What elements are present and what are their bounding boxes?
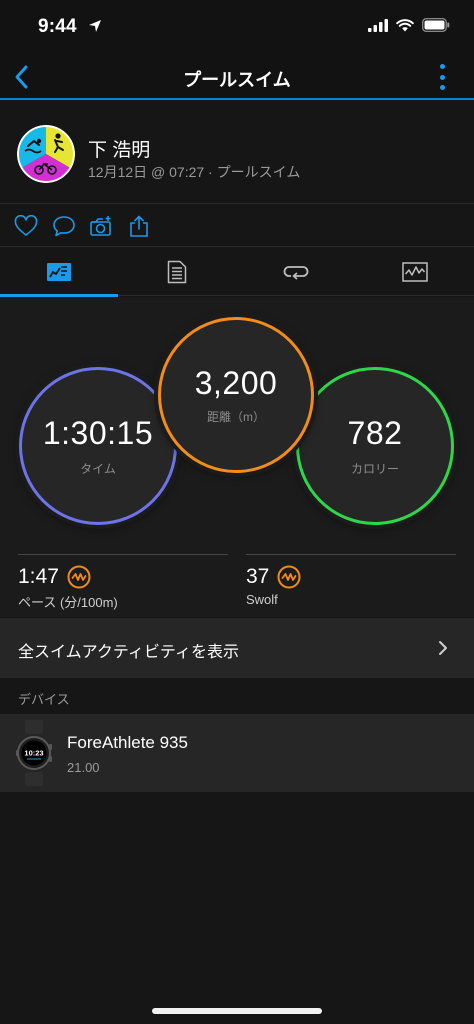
details-list-icon — [167, 260, 187, 284]
status-time: 9:44 — [38, 16, 77, 37]
time-value: 1:30:15 — [42, 415, 154, 451]
avatar[interactable] — [17, 125, 75, 183]
home-indicator[interactable] — [152, 1008, 322, 1014]
add-photo-camera-icon[interactable] — [89, 215, 113, 237]
tab-laps[interactable] — [237, 248, 355, 296]
like-heart-icon[interactable] — [14, 215, 38, 237]
activity-meta: 12月12日 @ 07:27 · プールスイム — [88, 164, 301, 180]
tab-overview[interactable] — [0, 248, 118, 297]
status-indicators — [368, 18, 450, 32]
distance-label: 距離（m） — [207, 410, 265, 424]
device-name: ForeAthlete 935 — [67, 733, 188, 752]
swolf-metric: 37 Swolf — [246, 554, 456, 607]
view-all-label: 全スイムアクティビティを表示 — [18, 644, 239, 661]
comment-bubble-icon[interactable] — [52, 215, 76, 237]
time-stat-ring: 1:30:15 タイム — [19, 367, 177, 525]
devices-section-header: デバイス — [0, 678, 474, 714]
action-bar — [0, 205, 474, 247]
watch-face-time: 10:23 — [24, 749, 43, 758]
pace-value: 1:47 — [18, 565, 59, 588]
share-icon[interactable] — [127, 215, 151, 237]
status-bar: 9:44 — [0, 0, 474, 56]
device-row[interactable]: 10:23 ForeAthlete 935 21.00 — [0, 714, 474, 792]
tab-charts[interactable] — [356, 248, 474, 296]
time-label: タイム — [80, 462, 116, 476]
chevron-right-icon — [439, 641, 447, 655]
view-all-swim-activities-button[interactable]: 全スイムアクティビティを表示 — [0, 618, 474, 678]
navigation-bar: プールスイム — [0, 56, 474, 100]
calories-stat-ring: 782 カロリー — [296, 367, 454, 525]
watch-device-icon: 10:23 — [16, 720, 52, 786]
charts-graph-icon — [402, 262, 428, 282]
signal-icon — [368, 18, 388, 32]
distance-value: 3,200 — [194, 365, 278, 401]
more-options-icon[interactable] — [438, 64, 446, 90]
distance-stat-ring: 3,200 距離（m） — [158, 317, 314, 473]
stats-panel: 1:30:15 タイム 782 カロリー 3,200 距離（m） 1:47 ペー… — [0, 297, 474, 617]
tab-details[interactable] — [118, 248, 236, 296]
pace-metric: 1:47 ペース (分/100m) — [18, 554, 228, 610]
swolf-trend-icon — [277, 565, 301, 589]
laps-repeat-icon — [283, 266, 309, 280]
calories-value: 782 — [347, 415, 403, 451]
pace-label: ペース (分/100m) — [18, 595, 118, 610]
battery-icon — [422, 18, 450, 32]
activity-header: 下 浩明 12月12日 @ 07:27 · プールスイム — [0, 102, 474, 204]
overview-stats-icon — [47, 263, 71, 281]
tab-bar — [0, 248, 474, 297]
device-version: 21.00 — [67, 760, 100, 775]
devices-section-label: デバイス — [18, 692, 70, 707]
page-title: プールスイム — [183, 70, 291, 90]
pace-trend-icon — [67, 565, 91, 589]
location-arrow-icon — [89, 20, 101, 32]
user-name[interactable]: 下 浩明 — [88, 135, 150, 162]
wifi-icon — [396, 18, 414, 31]
calories-label: カロリー — [350, 462, 399, 476]
swolf-value: 37 — [246, 565, 270, 588]
swolf-label: Swolf — [246, 592, 278, 607]
